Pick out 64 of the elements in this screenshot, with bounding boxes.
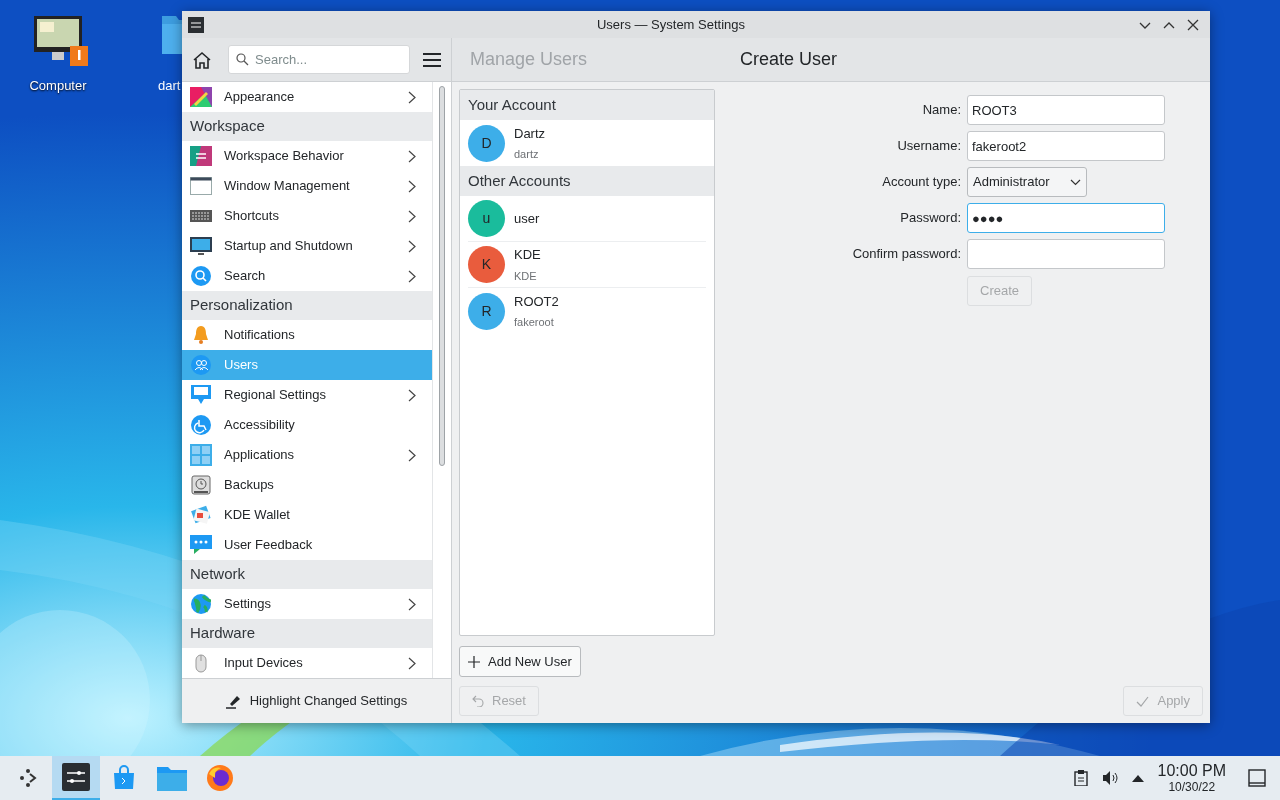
clock-drive-icon: [190, 474, 212, 496]
text-field[interactable]: ●●●●: [967, 203, 1165, 233]
account-item[interactable]: u user: [468, 196, 706, 242]
window-icon: [190, 175, 212, 197]
account-item[interactable]: K KDE KDE: [468, 242, 706, 288]
avatar: K: [468, 246, 505, 283]
globe-icon: [190, 593, 212, 615]
section-header: Network: [190, 564, 245, 585]
wheelchair-icon: [190, 414, 212, 436]
undo-icon: [472, 695, 484, 707]
clipboard-icon[interactable]: [1073, 770, 1088, 786]
checkmark-icon: [1136, 695, 1150, 707]
group-header: Other Accounts: [468, 170, 571, 191]
field-label: Username:: [896, 137, 961, 156]
caret-icon: [1070, 178, 1081, 186]
speech-bubble-icon: [190, 384, 212, 406]
field-label: Name:: [921, 101, 961, 120]
scrollbar[interactable]: [439, 86, 445, 466]
account-item[interactable]: D Dartz dartz: [468, 120, 706, 166]
avatar: R: [468, 292, 505, 330]
grid-icon: [190, 444, 212, 466]
taskbar-button[interactable]: [52, 756, 100, 800]
field-label: Account type:: [881, 173, 961, 192]
text-field[interactable]: fakeroot2: [967, 131, 1165, 161]
chat-bubble-icon: [190, 534, 212, 556]
close-icon[interactable]: [1186, 17, 1200, 32]
highlight-changed-settings-button[interactable]: Highlight Changed Settings: [225, 691, 408, 711]
avatar: u: [468, 200, 505, 237]
desktop-icon-label[interactable]: dart: [158, 76, 181, 96]
add-new-user-button[interactable]: Add New User: [459, 646, 581, 677]
sliders-icon: [62, 763, 90, 791]
search-field[interactable]: Search...: [228, 45, 410, 74]
monitor-icon: [190, 235, 212, 257]
sliders-icon: [190, 145, 212, 167]
users-icon: [190, 354, 212, 376]
text-field[interactable]: [967, 239, 1165, 269]
clock[interactable]: 10:00 PM 10/30/22: [1157, 763, 1226, 793]
folder-icon: [157, 765, 187, 791]
show-desktop-icon[interactable]: [1248, 769, 1266, 787]
avatar: D: [468, 124, 505, 162]
account-item[interactable]: R ROOT2 fakeroot: [468, 288, 706, 334]
section-header: Hardware: [190, 623, 256, 644]
dropdown[interactable]: Administrator: [967, 167, 1087, 197]
speaker-icon[interactable]: [1101, 770, 1118, 786]
up-triangle-icon[interactable]: [1131, 774, 1144, 782]
field-label: Password:: [899, 209, 961, 228]
group-header: Your Account: [468, 94, 556, 115]
section-header: Personalization: [190, 295, 293, 316]
home-icon[interactable]: [192, 49, 212, 70]
marker-icon: [225, 693, 242, 709]
desktop-icon-label[interactable]: Computer: [29, 76, 87, 96]
field-label: Confirm password:: [851, 245, 961, 264]
menu-icon[interactable]: [423, 52, 441, 67]
window-title: Users — System Settings: [595, 15, 747, 34]
palette-icon: [190, 86, 212, 108]
app-icon: [188, 16, 204, 33]
section-header: Workspace: [190, 116, 265, 137]
plus-icon: [468, 655, 480, 668]
search-icon: [236, 53, 249, 66]
shopping-bag-icon: [111, 765, 137, 791]
search-icon: [190, 265, 212, 287]
browser-icon: [206, 764, 234, 792]
breadcrumb-tab[interactable]: Create User: [740, 46, 1010, 73]
text-field[interactable]: ROOT3: [967, 95, 1165, 125]
